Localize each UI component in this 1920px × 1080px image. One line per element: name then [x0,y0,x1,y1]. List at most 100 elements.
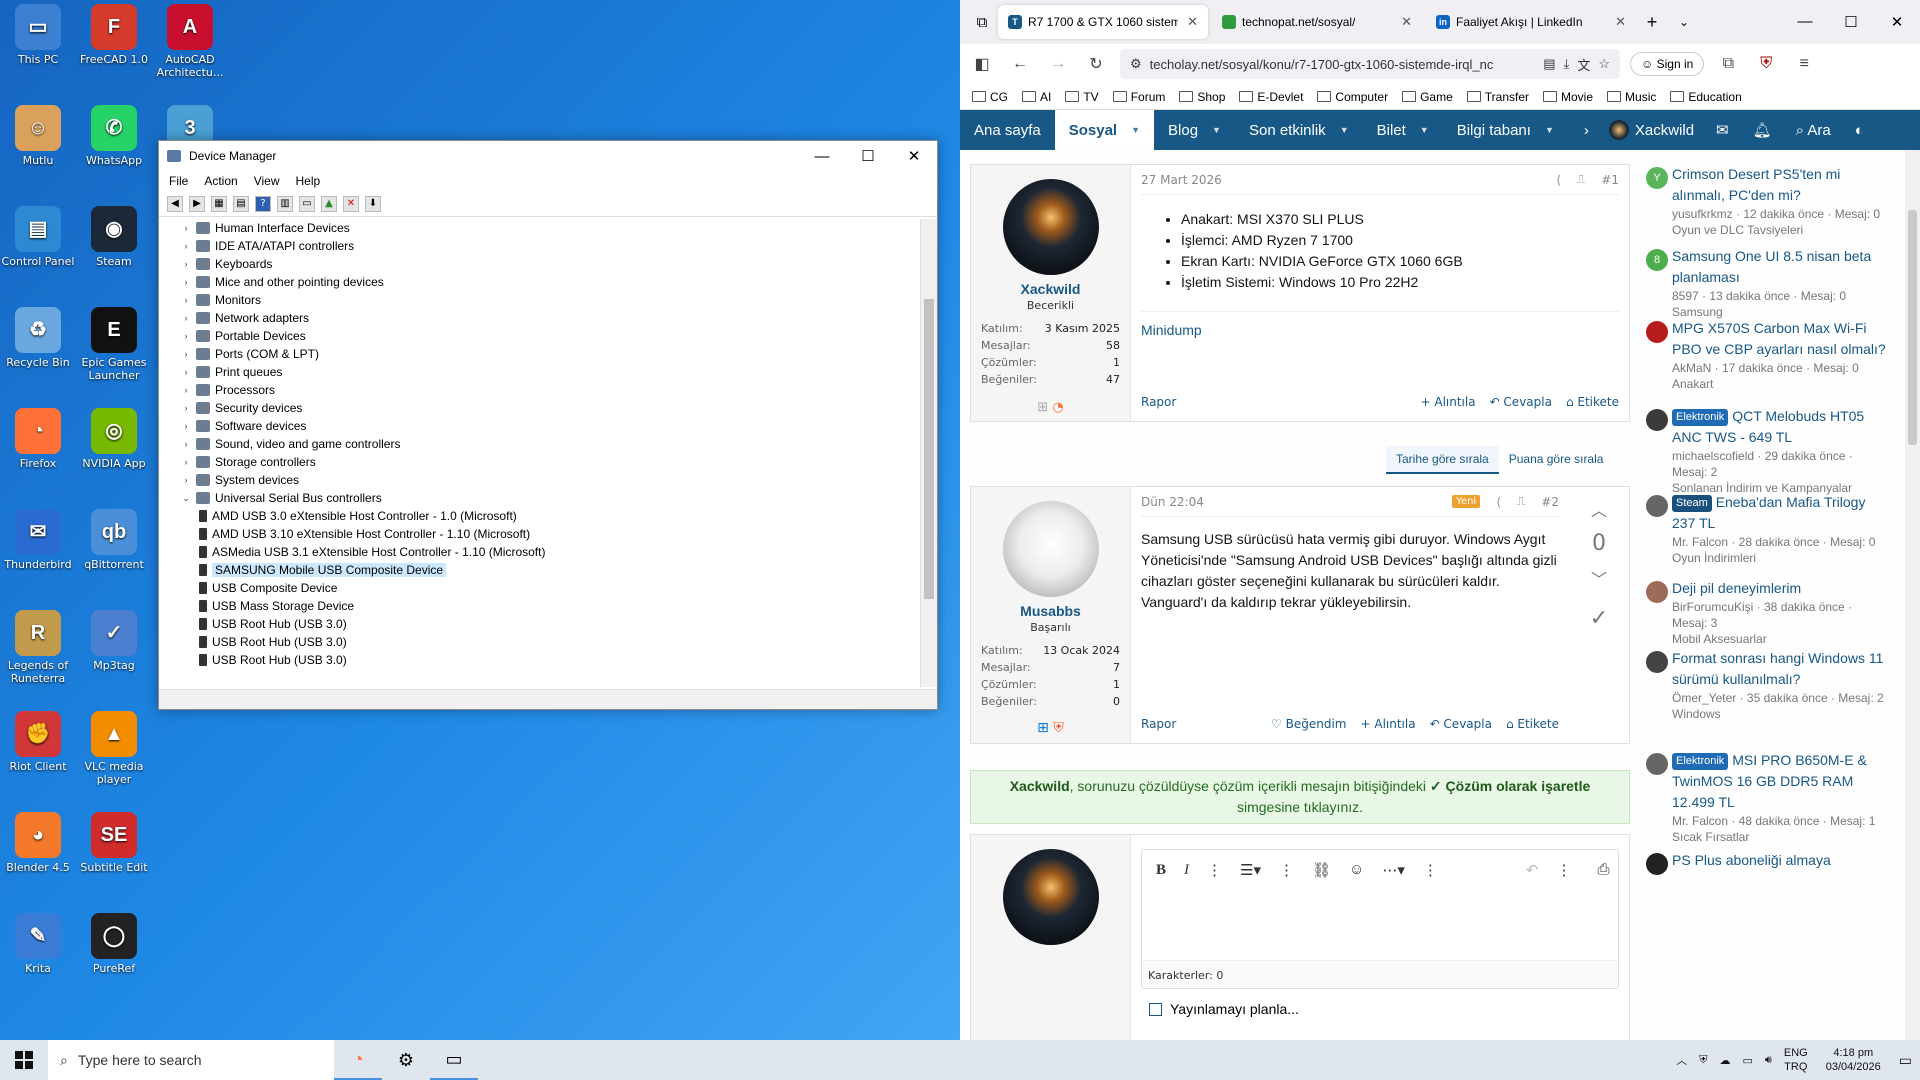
tree-node[interactable]: › Processors [161,381,919,399]
ublock-icon[interactable]: ⛨ [1752,55,1780,73]
menu-view[interactable]: View [254,174,280,188]
chevron-right-icon[interactable]: › [179,313,193,323]
desktop-icon[interactable]: ▭ This PC [0,4,76,66]
nav-more-icon[interactable]: › [1574,122,1599,139]
site-nav-item[interactable]: Bilgi tabanı ▼ [1443,110,1568,150]
link-icon[interactable]: ⛓ [1312,861,1331,880]
menu-file[interactable]: File [169,174,188,188]
more-icon[interactable]: ⋮ [1556,861,1571,880]
site-nav-item[interactable]: Sosyal ▼ [1054,110,1155,150]
chevron-right-icon[interactable]: › [179,223,193,233]
author-name[interactable]: Musabbs [971,603,1130,619]
chevron-right-icon[interactable]: › [179,277,193,287]
chevron-right-icon[interactable]: › [179,457,193,467]
tree-device[interactable]: SAMSUNG Mobile USB Composite Device [161,561,919,579]
notification-icon[interactable]: ▭ [1899,1052,1912,1069]
inbox-icon[interactable]: ✉ [1704,121,1741,139]
desktop-icon[interactable]: ◔ Firefox [0,408,76,470]
bookmark-folder[interactable]: Forum [1113,90,1166,104]
settings-taskbar-icon[interactable]: ⚙ [382,1040,430,1080]
chevron-up-icon[interactable]: ︿ [1676,1052,1687,1068]
avatar[interactable] [1002,501,1099,597]
thread-forum[interactable]: Windows [1672,706,1890,722]
help-icon[interactable]: ? [255,195,271,212]
tree-device[interactable]: AMD USB 3.10 eXtensible Host Controller … [161,525,919,543]
uninstall-device-icon[interactable]: ✕ [343,195,359,212]
checkbox[interactable] [1149,1002,1162,1016]
desktop-icon[interactable]: SE Subtitle Edit [76,812,152,874]
tree-node[interactable]: › Sound, video and game controllers [161,435,919,453]
bookmark-icon[interactable]: ⎍ [1517,494,1525,509]
onedrive-icon[interactable]: ☁ [1720,1054,1731,1067]
site-nav-item[interactable]: Son etkinlik ▼ [1235,110,1363,150]
avatar[interactable] [1646,495,1668,517]
chevron-down-icon[interactable]: ▼ [1131,125,1140,135]
close-icon[interactable]: ✕ [1874,13,1920,31]
tree-node[interactable]: › Portable Devices [161,327,919,345]
desktop-icon[interactable]: F FreeCAD 1.0 [76,4,152,66]
post-number[interactable]: #2 [1541,495,1559,509]
chevron-down-icon[interactable]: ▼ [1545,125,1554,135]
chevron-right-icon[interactable]: › [179,331,193,341]
thread-link[interactable]: MPG X570S Carbon Max Wi-Fi PBO ve CBP ay… [1672,318,1890,360]
desktop-icon[interactable]: ◉ Steam [76,206,152,268]
tree-node[interactable]: › Mice and other pointing devices [161,273,919,291]
tree-node[interactable]: › Software devices [161,417,919,435]
more-icon[interactable]: ⋮ [1279,861,1294,880]
reload-icon[interactable]: ↻ [1082,54,1110,74]
italic-icon[interactable]: I [1184,862,1189,879]
more-icon[interactable]: ⋮ [1423,861,1438,880]
share-icon[interactable]: ⟨ [1556,173,1561,187]
tree-node[interactable]: › IDE ATA/ATAPI controllers [161,237,919,255]
close-tab-icon[interactable]: ✕ [1615,14,1626,30]
tree-node[interactable]: › Monitors [161,291,919,309]
desktop-icon[interactable]: ✉ Thunderbird [0,509,76,571]
mark-solution-icon[interactable]: ✓ [1569,606,1629,631]
update-driver-icon[interactable]: ▲ [321,195,337,212]
bookmark-folder[interactable]: Movie [1543,90,1593,104]
menu-help[interactable]: Help [296,174,321,188]
site-nav-item[interactable]: Blog ▼ [1154,110,1235,150]
chevron-right-icon[interactable]: › [179,241,193,251]
desktop-icon[interactable]: ✆ WhatsApp [76,105,152,167]
back-icon[interactable]: ← [1006,55,1034,73]
bookmark-folder[interactable]: Education [1670,90,1741,104]
scan-hardware-icon[interactable]: ▭ [299,195,315,212]
avatar[interactable] [1646,753,1668,775]
tree-device[interactable]: USB Root Hub (USB 3.0) [161,633,919,651]
chevron-down-icon[interactable]: ▼ [1420,125,1429,135]
chevron-right-icon[interactable]: › [179,259,193,269]
post-number[interactable]: #1 [1601,173,1619,187]
report-link[interactable]: Rapor [1141,717,1176,731]
tree-node[interactable]: › Storage controllers [161,453,919,471]
save-icon[interactable]: ⤓ [1564,56,1570,72]
tree-device[interactable]: USB Root Hub (USB 3.0) [161,615,919,633]
tree-node[interactable]: › Keyboards [161,255,919,273]
view-icon[interactable]: ▥ [277,195,293,212]
bookmark-folder[interactable]: TV [1065,90,1098,104]
device-manager-taskbar-icon[interactable]: ▭ [430,1040,478,1080]
desktop-icon[interactable]: A AutoCAD Architectu... [152,4,228,79]
maximize-icon[interactable]: ☐ [1828,13,1874,31]
thread-forum[interactable]: Mobil Aksesuarlar [1672,631,1890,647]
desktop-icon[interactable]: ✎ Krita [0,913,76,975]
chevron-down-icon[interactable]: ▼ [1212,125,1221,135]
avatar[interactable] [1646,853,1668,875]
desktop-icon[interactable]: ◎ NVIDIA App [76,408,152,470]
desktop-icon[interactable]: ◯ PureRef [76,913,152,975]
bookmark-folder[interactable]: E-Devlet [1239,90,1303,104]
minimize-icon[interactable]: — [1782,13,1828,31]
extensions-icon[interactable]: ⧉ [1714,55,1742,73]
chevron-right-icon[interactable]: › [179,349,193,359]
emoji-icon[interactable]: ☺ [1349,862,1364,879]
clock[interactable]: 4:18 pm 03/04/2026 [1826,1046,1881,1074]
bookmark-folder[interactable]: CG [972,90,1008,104]
desktop-icon[interactable]: ✊ Riot Client [0,711,76,773]
search-button[interactable]: ⌕ Ara [1784,122,1843,139]
title-bar[interactable]: Device Manager — ☐ ✕ [159,141,937,171]
avatar[interactable] [1646,581,1668,603]
firefox-taskbar-icon[interactable]: ◔ [334,1040,382,1080]
avatar[interactable]: 8 [1646,249,1668,271]
reply-link[interactable]: ↶ Cevapla [1490,395,1552,409]
show-hide-tree-icon[interactable]: ▦ [211,195,227,212]
